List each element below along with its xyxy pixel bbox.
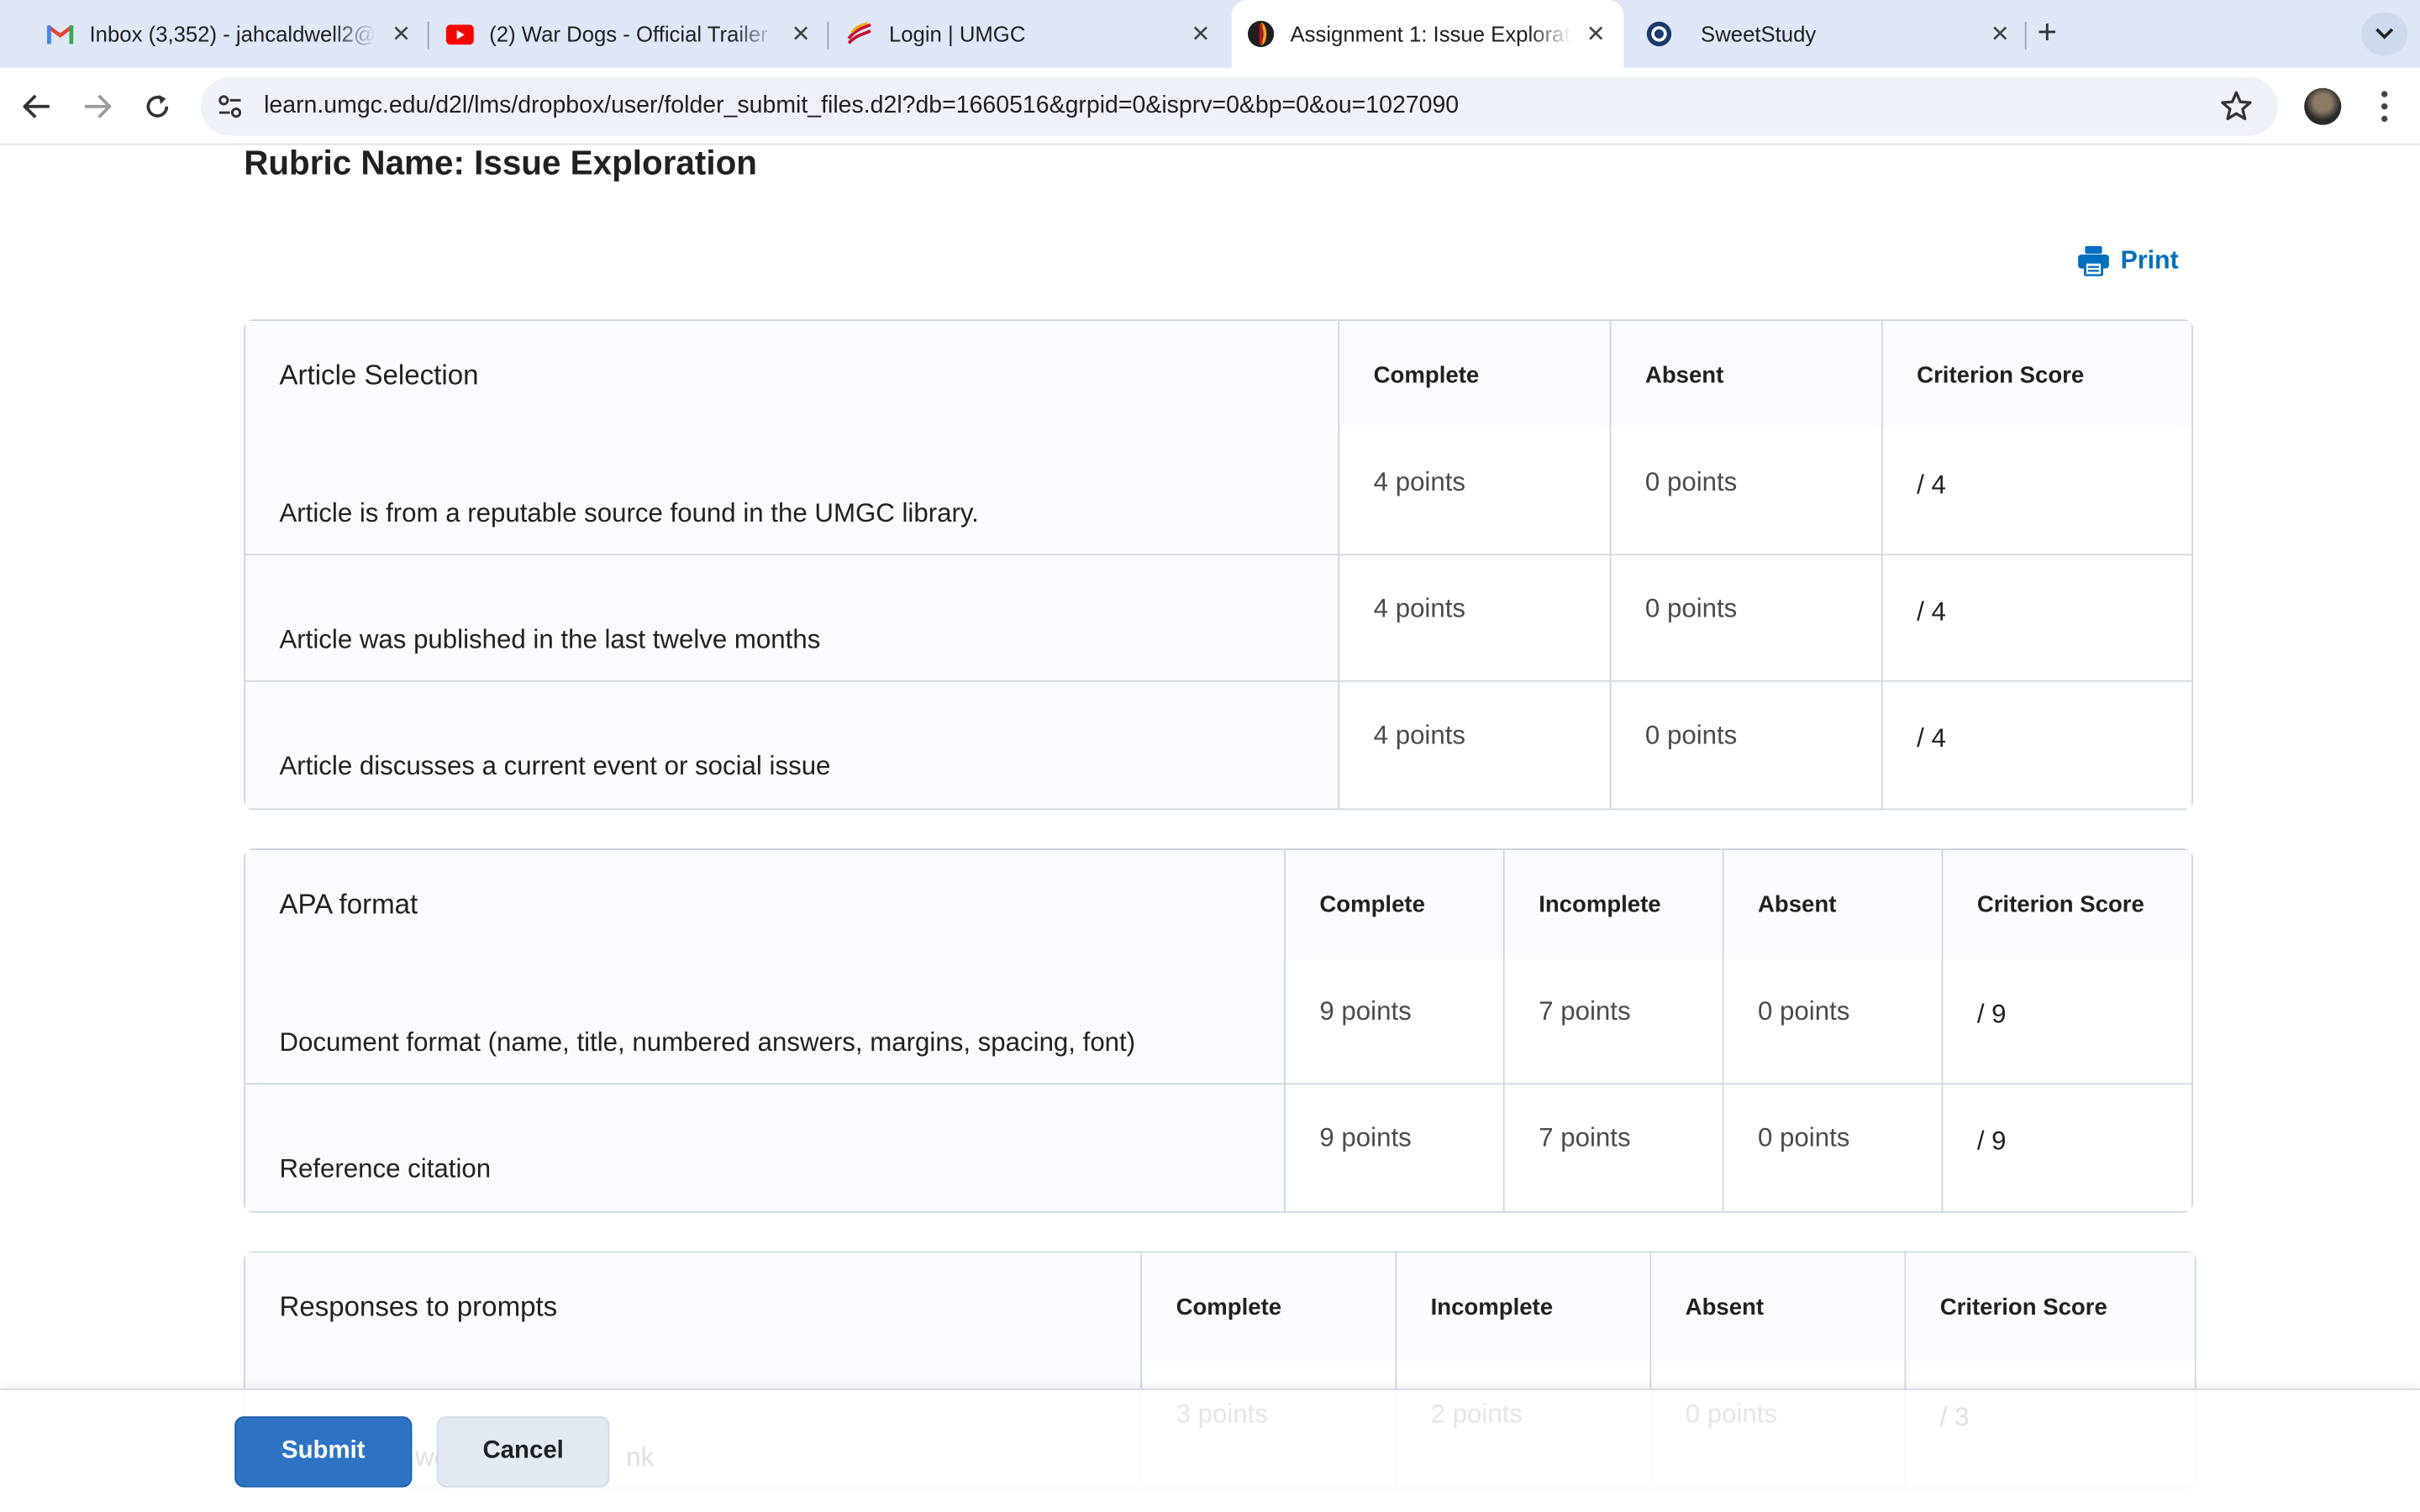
- submit-button[interactable]: Submit: [234, 1416, 413, 1488]
- level-header: Incomplete: [1504, 850, 1724, 958]
- rubric-name-heading: Rubric Name: Issue Exploration: [244, 146, 757, 182]
- rubric-row: Document format (name, title, numbered a…: [245, 958, 2192, 1085]
- tab-search-button[interactable]: [2361, 12, 2408, 56]
- rubric-row: Article is from a reputable source found…: [245, 428, 2192, 556]
- criterion-group-title: APA format: [245, 850, 1286, 958]
- rubric-header-row: Article Selection Complete Absent Criter…: [245, 321, 2192, 429]
- arrow-left-icon: [23, 94, 50, 118]
- criterion-text: Article is from a reputable source found…: [245, 428, 1340, 556]
- new-tab-button[interactable]: +: [2037, 14, 2057, 49]
- tab-gmail[interactable]: Inbox (3,352) - jahcaldwell2@ ✕: [46, 9, 417, 59]
- criterion-group-title: Article Selection: [245, 321, 1340, 429]
- criterion-score: / 4: [1882, 681, 2192, 809]
- level-points: 0 points: [1611, 555, 1883, 682]
- level-header: Absent: [1651, 1252, 1907, 1361]
- criterion-score-header: Criterion Score: [1882, 321, 2192, 429]
- tab-divider: [827, 21, 829, 50]
- rubric-row: Article discusses a current event or soc…: [245, 681, 2192, 809]
- criterion-text: Reference citation: [245, 1084, 1286, 1211]
- criterion-text: Article was published in the last twelve…: [245, 555, 1340, 682]
- arrow-right-icon: [85, 94, 112, 118]
- url-text: learn.umgc.edu/d2l/lms/dropbox/user/fold…: [264, 92, 1460, 119]
- page-content: Rubric Name: Issue Exploration Print Art…: [0, 146, 2420, 1512]
- rubric-row: Reference citation 9 points 7 points 0 p…: [245, 1084, 2192, 1211]
- level-points: 7 points: [1504, 1084, 1724, 1211]
- browser-menu-button[interactable]: [2369, 88, 2400, 125]
- rubric-header-row: APA format Complete Incomplete Absent Cr…: [245, 850, 2192, 958]
- criterion-text: Document format (name, title, numbered a…: [245, 958, 1286, 1085]
- tab-umgc-login[interactable]: Login | UMGC ✕: [846, 9, 1217, 59]
- rubric-row: Article was published in the last twelve…: [245, 555, 2192, 682]
- level-points: 7 points: [1504, 958, 1724, 1085]
- level-header: Absent: [1723, 850, 1944, 958]
- site-info-icon[interactable]: [216, 92, 244, 120]
- criterion-group-title: Responses to prompts: [245, 1252, 1143, 1361]
- print-button[interactable]: Print: [2077, 245, 2179, 276]
- level-points: 0 points: [1611, 428, 1883, 556]
- level-header: Complete: [1339, 321, 1612, 429]
- close-icon[interactable]: ✕: [386, 20, 417, 48]
- level-header: Absent: [1611, 321, 1883, 429]
- browser-tab-strip: Inbox (3,352) - jahcaldwell2@ ✕ (2) War …: [0, 0, 2420, 68]
- level-points: 9 points: [1285, 1084, 1505, 1211]
- cancel-button[interactable]: Cancel: [436, 1416, 610, 1488]
- d2l-icon: [1247, 20, 1275, 48]
- sweetstudy-icon: [1645, 20, 1673, 48]
- printer-icon: [2078, 245, 2109, 276]
- level-header: Incomplete: [1397, 1252, 1652, 1361]
- browser-toolbar: learn.umgc.edu/d2l/lms/dropbox/user/fold…: [0, 67, 2420, 145]
- close-icon[interactable]: ✕: [786, 20, 817, 48]
- tab-title: SweetStudy: [1701, 21, 1817, 47]
- level-points: 0 points: [1723, 1084, 1944, 1211]
- tab-divider: [427, 21, 429, 50]
- forward-button[interactable]: [77, 87, 118, 127]
- reload-button[interactable]: [137, 87, 177, 127]
- criterion-score: / 4: [1882, 555, 2192, 682]
- tab-sweetstudy[interactable]: SweetStudy ✕: [1645, 9, 2016, 59]
- tab-divider: [2024, 21, 2027, 50]
- level-points: 0 points: [1723, 958, 1944, 1085]
- tab-title: Inbox (3,352) - jahcaldwell2@: [89, 21, 376, 47]
- rubric-table-apa-format: APA format Complete Incomplete Absent Cr…: [244, 848, 2193, 1213]
- criterion-score: / 9: [1943, 1084, 2192, 1211]
- bookmark-star-icon[interactable]: [2219, 90, 2253, 123]
- criterion-score: / 4: [1882, 428, 2192, 556]
- tab-title: (2) War Dogs - Official Trailer: [489, 21, 768, 47]
- address-bar[interactable]: learn.umgc.edu/d2l/lms/dropbox/user/fold…: [200, 76, 2278, 136]
- tab-youtube[interactable]: (2) War Dogs - Official Trailer ✕: [445, 9, 817, 59]
- criterion-score: / 9: [1943, 958, 2192, 1085]
- submit-footer-bar: Submit Cancel: [0, 1389, 2420, 1512]
- level-points: 9 points: [1285, 958, 1505, 1085]
- close-icon[interactable]: ✕: [1985, 20, 2016, 48]
- level-header: Complete: [1285, 850, 1505, 958]
- chevron-down-icon: [2375, 28, 2394, 39]
- close-icon[interactable]: ✕: [1186, 20, 1217, 48]
- criterion-score-header: Criterion Score: [1906, 1252, 2195, 1361]
- criterion-text: Article discusses a current event or soc…: [245, 681, 1340, 809]
- level-points: 4 points: [1339, 428, 1612, 556]
- profile-avatar[interactable]: [2304, 87, 2342, 125]
- back-button[interactable]: [17, 87, 57, 127]
- umgc-icon: [846, 20, 874, 48]
- level-header: Complete: [1142, 1252, 1397, 1361]
- gmail-icon: [46, 20, 74, 48]
- tab-title: Assignment 1: Issue Exploration: [1290, 21, 1571, 47]
- rubric-table-article-selection: Article Selection Complete Absent Criter…: [244, 319, 2193, 811]
- tab-title: Login | UMGC: [888, 21, 1026, 47]
- tab-assignment[interactable]: Assignment 1: Issue Exploration ✕: [1231, 0, 1624, 68]
- criterion-score-header: Criterion Score: [1943, 850, 2192, 958]
- level-points: 4 points: [1339, 681, 1612, 809]
- level-points: 4 points: [1339, 555, 1612, 682]
- rubric-header-row: Responses to prompts Complete Incomplete…: [245, 1252, 2195, 1361]
- print-label: Print: [2120, 245, 2179, 275]
- reload-icon: [146, 94, 169, 118]
- level-points: 0 points: [1611, 681, 1883, 809]
- close-icon[interactable]: ✕: [1581, 20, 1612, 48]
- youtube-icon: [445, 20, 474, 48]
